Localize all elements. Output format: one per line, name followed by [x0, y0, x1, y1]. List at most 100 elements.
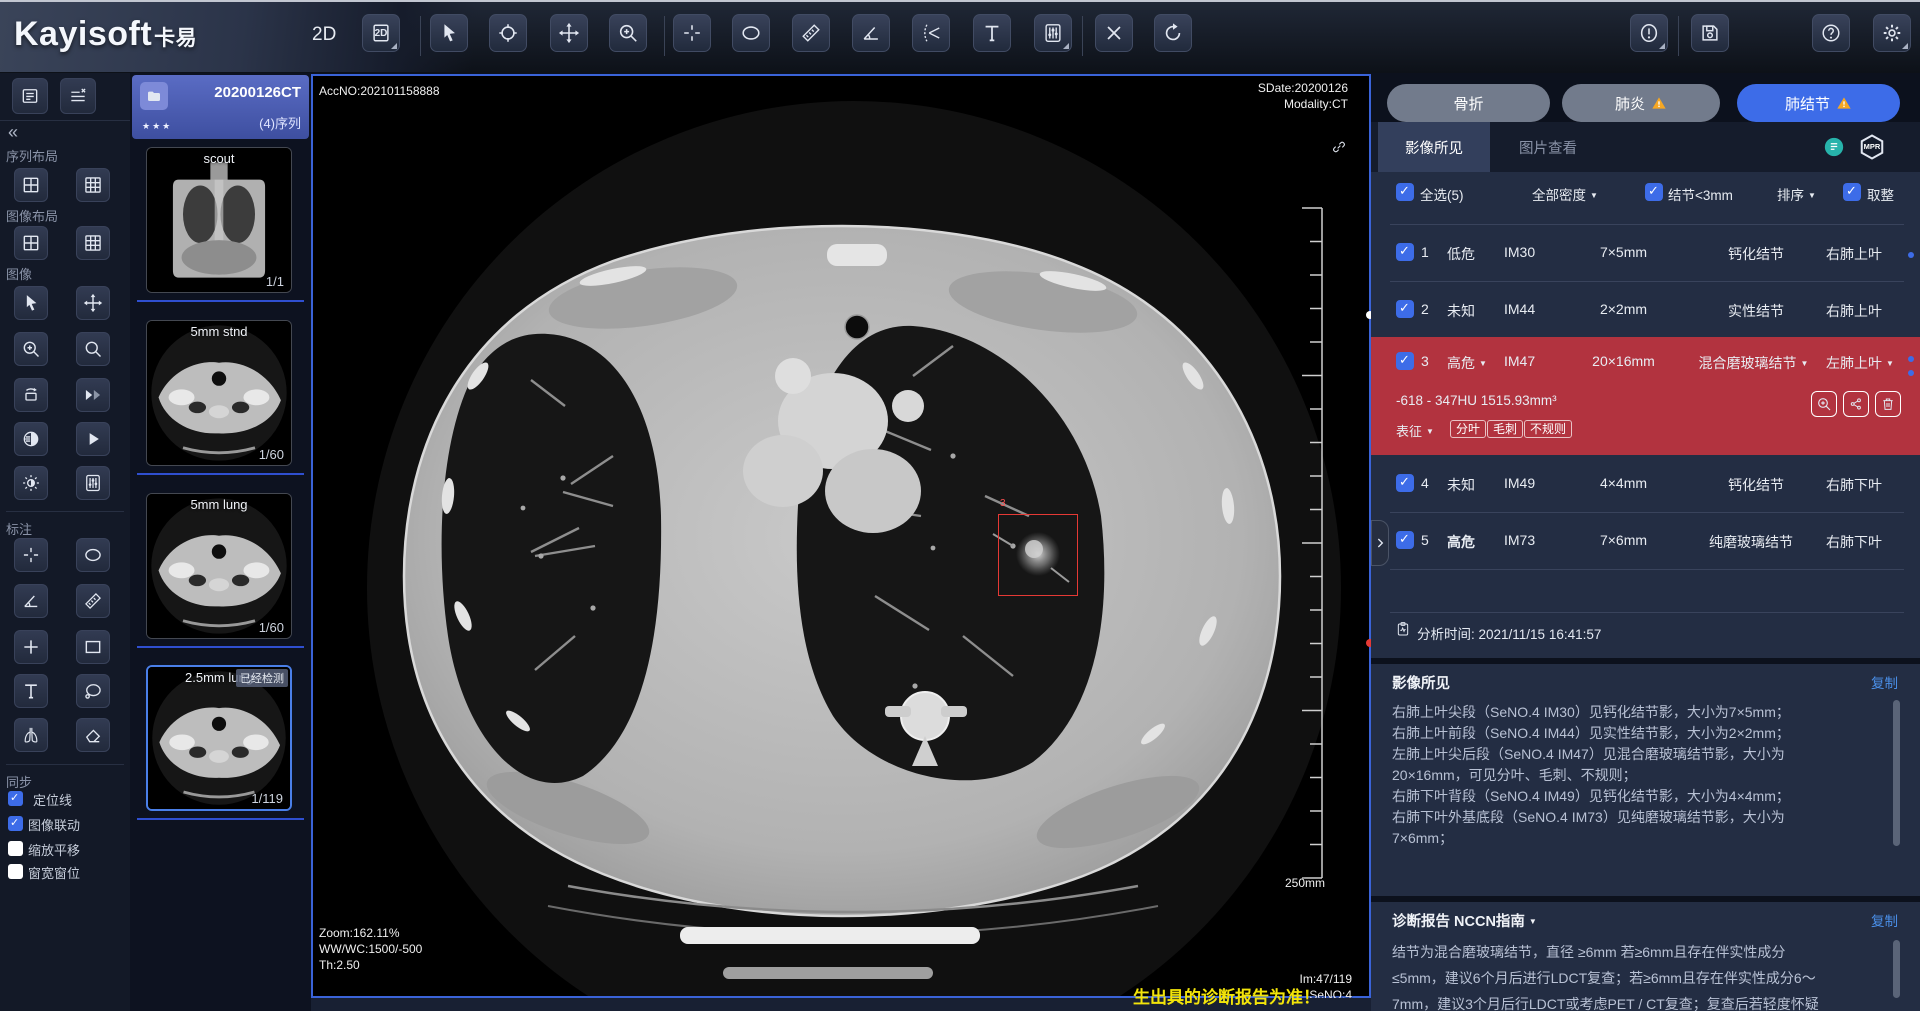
help-button[interactable] [1812, 14, 1850, 52]
brightness-button[interactable] [14, 466, 48, 500]
magnifier-button[interactable] [76, 332, 110, 366]
nodule-row-4[interactable]: 4 未知 IM49 4×4mm 钙化结节 右肺下叶 [1371, 455, 1920, 512]
findings-scrollbar[interactable] [1893, 700, 1900, 846]
study-header[interactable]: 20200126CT ★★★ (4)序列 [132, 75, 309, 139]
select-tool-button[interactable] [430, 14, 468, 52]
pan-tool-button[interactable] [550, 14, 588, 52]
row-checkbox[interactable] [1396, 474, 1414, 492]
link-sync-icon[interactable] [1331, 139, 1347, 155]
sync-window-checkbox[interactable] [8, 864, 23, 879]
tab-image-findings[interactable]: 影像所见 [1378, 122, 1490, 172]
nodule-row-2[interactable]: 2 未知 IM44 2×2mm 实性结节 右肺上叶 [1371, 281, 1920, 337]
density-dropdown[interactable]: 全部密度▼ [1532, 184, 1598, 204]
reset-button[interactable] [1154, 14, 1192, 52]
report-scrollbar[interactable] [1893, 940, 1900, 998]
crosshair-tool-button[interactable] [673, 14, 711, 52]
select-tool-button[interactable] [14, 286, 48, 320]
nodule-grade-dropdown[interactable]: 高危▼ [1447, 353, 1487, 373]
folder-button[interactable] [140, 82, 168, 110]
image-layout-2x2-button[interactable] [14, 226, 48, 260]
round-checkbox[interactable] [1843, 183, 1861, 201]
nodule-delete-button[interactable] [1875, 391, 1901, 417]
select-all-label[interactable]: 全选(5) [1420, 184, 1464, 204]
angle-annotation-button[interactable] [14, 584, 48, 618]
findings-copy-button[interactable]: 复制 [1871, 672, 1898, 692]
row-checkbox[interactable] [1396, 300, 1414, 318]
lung-segment-button[interactable] [14, 718, 48, 752]
eraser-button[interactable] [76, 718, 110, 752]
nodule-row-1[interactable]: 1 低危 IM30 7×5mm 钙化结节 右肺上叶 [1371, 224, 1920, 281]
trait-dropdown[interactable]: 表征▼ [1396, 421, 1434, 440]
series-thumbnail-5mm-stnd[interactable]: 5mm stnd 1/60 [146, 320, 292, 466]
ellipse-annotation-button[interactable] [76, 538, 110, 572]
nodule-annotation-box[interactable] [998, 514, 1078, 596]
text-annotation-button[interactable] [14, 674, 48, 708]
zoom-in-button[interactable] [14, 332, 48, 366]
close-x-icon [1103, 22, 1125, 44]
series-thumbnail-5mm-lung[interactable]: 5mm lung 1/60 [146, 493, 292, 639]
cine-play-button[interactable] [76, 422, 110, 456]
collapse-sidebar-button[interactable]: « [8, 122, 18, 143]
invert-button[interactable] [14, 422, 48, 456]
small-nodule-checkbox[interactable] [1645, 183, 1663, 201]
row-checkbox[interactable] [1396, 352, 1414, 370]
trait-tag[interactable]: 毛刺 [1487, 420, 1523, 438]
report-bubble-icon[interactable] [1823, 136, 1845, 158]
alert-button[interactable] [1630, 14, 1668, 52]
select-all-checkbox[interactable] [1396, 183, 1414, 201]
nodule-type-dropdown[interactable]: 混合磨玻璃结节▼ [1681, 353, 1826, 373]
layout-2d-button[interactable]: 2D [362, 14, 400, 52]
findings-line: 左肺上叶尖后段（SeNO.4 IM47）见混合磨玻璃结节影，大小为 [1392, 744, 1897, 764]
pan-tool-button[interactable] [76, 286, 110, 320]
settings-button[interactable] [1873, 14, 1911, 52]
small-nodule-label[interactable]: 结节<3mm [1668, 184, 1733, 204]
text-annotation-button[interactable] [973, 14, 1011, 52]
point-annotation-button[interactable] [14, 630, 48, 664]
tab-fracture[interactable]: 骨折 [1387, 84, 1550, 122]
rotate-button[interactable] [14, 378, 48, 412]
nodule-row-3-selected[interactable]: 3 高危▼ IM47 20×16mm 混合磨玻璃结节▼ 左肺上叶▼ -618 -… [1371, 337, 1920, 455]
round-label[interactable]: 取整 [1867, 184, 1894, 204]
window-level-button[interactable] [1034, 14, 1072, 52]
image-layout-3x3-button[interactable] [76, 226, 110, 260]
nodule-row-5[interactable]: 5 高危 IM73 7×6mm 纯磨玻璃结节 右肺下叶 [1371, 512, 1920, 569]
series-layout-3x3-button[interactable] [76, 168, 110, 202]
freehand-annotation-button[interactable] [76, 674, 110, 708]
cobb-angle-tool-button[interactable] [912, 14, 950, 52]
flip-horizontal-button[interactable] [76, 378, 110, 412]
zoom-tool-button[interactable] [609, 14, 647, 52]
ellipse-tool-button[interactable] [732, 14, 770, 52]
delete-annotation-button[interactable] [1095, 14, 1133, 52]
nodule-zoom-button[interactable] [1811, 391, 1837, 417]
mpr-icon[interactable]: MPR [1857, 132, 1887, 162]
row-checkbox[interactable] [1396, 531, 1414, 549]
report-copy-button[interactable]: 复制 [1871, 910, 1898, 930]
sort-dropdown[interactable]: 排序▼ [1777, 184, 1816, 204]
sync-localizer-checkbox[interactable] [8, 791, 23, 806]
sync-image-link-checkbox[interactable] [8, 816, 23, 831]
trait-tag[interactable]: 分叶 [1450, 420, 1486, 438]
window-level-button[interactable] [76, 466, 110, 500]
series-list-button[interactable] [12, 78, 48, 114]
nodule-location-dropdown[interactable]: 左肺上叶▼ [1826, 353, 1894, 373]
save-button[interactable] [1691, 14, 1729, 52]
rectangle-annotation-button[interactable] [76, 630, 110, 664]
crosshair-annotation-button[interactable] [14, 538, 48, 572]
panel-collapse-handle[interactable] [1371, 520, 1389, 566]
nodule-relate-button[interactable] [1843, 391, 1869, 417]
angle-tool-button[interactable] [852, 14, 890, 52]
tab-lung-nodule[interactable]: 肺结节 [1737, 84, 1900, 122]
row-checkbox[interactable] [1396, 243, 1414, 261]
trait-tag[interactable]: 不规则 [1524, 420, 1572, 438]
ct-viewport[interactable]: 3 AccNO:202101158888 SDate:20200126 Moda… [311, 74, 1371, 998]
localizer-tool-button[interactable] [489, 14, 527, 52]
series-layout-2x2-button[interactable] [14, 168, 48, 202]
tab-pneumonia[interactable]: 肺炎 [1562, 84, 1720, 122]
close-layout-button[interactable] [60, 78, 96, 114]
ruler-annotation-button[interactable] [76, 584, 110, 618]
sync-zoom-pan-checkbox[interactable] [8, 841, 23, 856]
ruler-tool-button[interactable] [792, 14, 830, 52]
series-thumbnail-2-5mm-lung[interactable]: 2.5mm lung 已经检测 1/119 [146, 665, 292, 811]
tab-image-view[interactable]: 图片查看 [1498, 122, 1598, 172]
series-thumbnail-scout[interactable]: scout 1/1 [146, 147, 292, 293]
